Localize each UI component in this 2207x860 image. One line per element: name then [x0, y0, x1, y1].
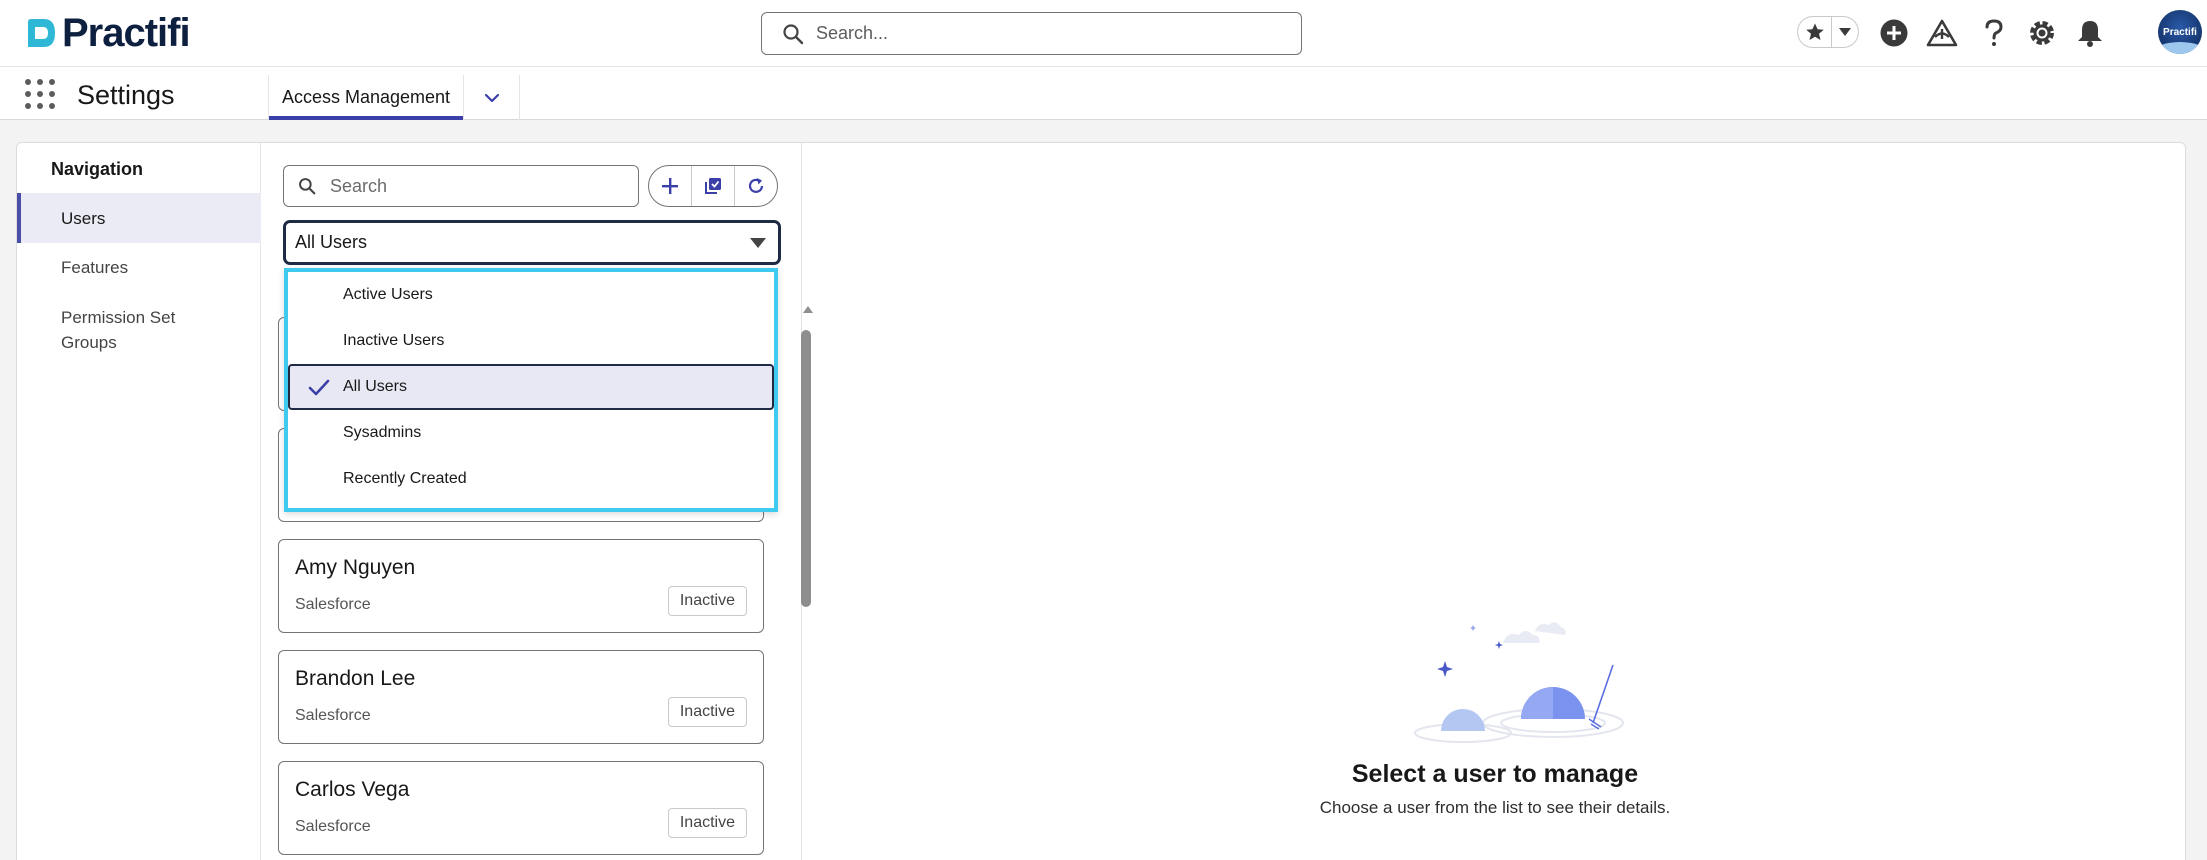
- global-search-input[interactable]: [816, 23, 1256, 44]
- nav-item-users[interactable]: Users: [17, 193, 261, 243]
- favorites-group: [1797, 16, 1859, 48]
- refresh-button[interactable]: [735, 166, 777, 206]
- nav-items-menu-button[interactable]: [464, 75, 520, 120]
- app-nav-bar: Settings Access Management: [0, 67, 2207, 120]
- favorites-list-button[interactable]: [1832, 17, 1858, 47]
- search-icon: [783, 23, 804, 44]
- user-filter-dropdown: Active Users Inactive Users All Users Sy…: [284, 268, 778, 512]
- nav-item-permission-set-groups[interactable]: Permission Set Groups: [17, 305, 217, 355]
- user-card[interactable]: Amy Nguyen Salesforce Inactive: [278, 539, 764, 633]
- user-name: Brandon Lee: [295, 667, 416, 690]
- navigation-heading: Navigation: [51, 159, 144, 179]
- user-search-input[interactable]: [330, 175, 620, 197]
- empty-state-title: Select a user to manage: [1351, 760, 1639, 788]
- option-label: Recently Created: [343, 470, 467, 487]
- list-actions-group: [648, 165, 778, 207]
- nav-item-label: Permission Set Groups: [61, 308, 176, 352]
- copy-check-icon: [705, 178, 721, 194]
- caret-down-icon: [1839, 28, 1851, 36]
- filter-option-inactive-users[interactable]: Inactive Users: [288, 318, 774, 364]
- user-filter-select[interactable]: All Users: [283, 220, 781, 265]
- user-card[interactable]: Carlos Vega Salesforce Inactive: [278, 761, 764, 855]
- caret-down-icon: [750, 238, 766, 248]
- gear-icon: [2030, 21, 2054, 45]
- user-name: Amy Nguyen: [295, 556, 416, 579]
- help-icon: [1985, 19, 2003, 46]
- status-badge: Inactive: [667, 697, 747, 727]
- brand-name: Practifi: [62, 11, 191, 55]
- option-label: Inactive Users: [343, 332, 445, 349]
- user-source: Salesforce: [295, 707, 371, 724]
- plus-icon: [662, 178, 678, 194]
- add-circle-icon: [1880, 19, 1908, 47]
- trailhead-icon: [1926, 19, 1958, 47]
- option-label: All Users: [343, 378, 408, 395]
- bulk-assign-button[interactable]: [692, 166, 735, 206]
- filter-option-recently-created[interactable]: Recently Created: [288, 456, 774, 502]
- avatar-label: Practifi: [2163, 26, 2197, 38]
- favorites-button[interactable]: [1798, 17, 1832, 47]
- filter-selected-label: All Users: [295, 232, 368, 252]
- global-create-button[interactable]: [1877, 16, 1911, 50]
- filter-option-active-users[interactable]: Active Users: [288, 272, 774, 318]
- check-icon: [308, 379, 330, 396]
- filter-option-sysadmins[interactable]: Sysadmins: [288, 410, 774, 456]
- option-label: Sysadmins: [343, 424, 422, 441]
- star-icon: [1805, 23, 1824, 40]
- practifi-logo[interactable]: Practifi: [24, 11, 191, 55]
- trailhead-button[interactable]: [1925, 16, 1959, 50]
- nav-item-label: Users: [61, 208, 106, 228]
- status-badge: Inactive: [667, 808, 747, 838]
- status-badge: Inactive: [667, 586, 747, 616]
- notifications-button[interactable]: [2073, 16, 2107, 50]
- user-source: Salesforce: [295, 818, 371, 835]
- empty-state-panel: Select a user to manage Choose a user fr…: [803, 143, 2185, 860]
- user-card[interactable]: Brandon Lee Salesforce Inactive: [278, 650, 764, 744]
- chevron-down-icon: [484, 93, 499, 102]
- practifi-logo-icon: [28, 19, 55, 47]
- app-name: Settings: [77, 80, 175, 110]
- option-label: Active Users: [343, 286, 433, 303]
- setup-button[interactable]: [2025, 16, 2059, 50]
- bell-icon: [2078, 21, 2102, 47]
- search-icon: [299, 178, 316, 195]
- refresh-icon: [748, 178, 764, 193]
- empty-state-subtitle: Choose a user from the list to see their…: [1319, 798, 1671, 817]
- app-launcher-icon[interactable]: [25, 79, 55, 109]
- nav-item-features[interactable]: Features: [17, 255, 261, 280]
- empty-state-illustration: [1414, 622, 1624, 743]
- nav-item-label: Features: [61, 258, 129, 277]
- user-avatar[interactable]: Practifi: [2158, 10, 2202, 54]
- filter-option-all-users[interactable]: All Users: [288, 364, 774, 410]
- tab-access-management[interactable]: Access Management: [268, 75, 464, 120]
- left-navigation: Navigation Users Features Permission Set…: [17, 143, 261, 860]
- add-user-button[interactable]: [649, 166, 692, 206]
- user-source: Salesforce: [295, 596, 371, 613]
- global-header: Practifi Search... Practifi: [0, 0, 2207, 67]
- global-search-box[interactable]: [761, 12, 1302, 55]
- user-search-box[interactable]: [283, 165, 639, 207]
- user-name: Carlos Vega: [295, 778, 410, 801]
- help-button[interactable]: [1977, 16, 2011, 50]
